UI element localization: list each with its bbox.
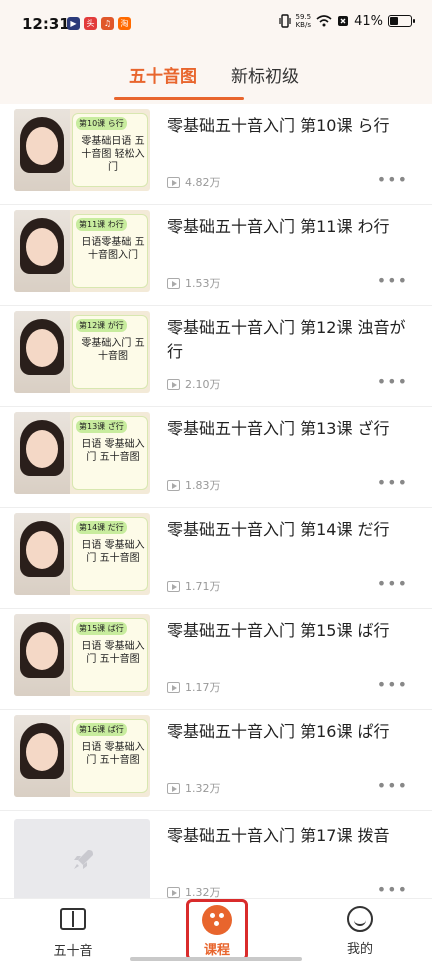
wifi-icon xyxy=(316,15,332,27)
lesson-title[interactable]: 零基础五十音入门 第13课 ざ行 xyxy=(167,417,417,441)
battery-percent: 41% xyxy=(354,13,383,29)
thumbnail-tag: 第12课 が行 xyxy=(76,319,127,332)
lesson-item[interactable]: 第14课 だ行 日语 零基础入门 五十音图 零基础五十音入门 第14课 だ行 1… xyxy=(0,508,432,609)
music-app-icon: ♫ xyxy=(101,17,114,30)
more-options-icon[interactable]: ••• xyxy=(377,675,408,694)
thumbnail-tag: 第13课 ざ行 xyxy=(76,420,127,433)
top-tab-bar: 五十音图 新标初级 xyxy=(0,50,432,104)
smile-face-icon xyxy=(347,906,373,932)
vibrate-icon xyxy=(278,14,291,28)
more-options-icon[interactable]: ••• xyxy=(377,170,408,189)
tab-gojuon-chart[interactable]: 五十音图 xyxy=(129,62,197,87)
lesson-item[interactable]: 第13课 ざ行 日语 零基础入门 五十音图 零基础五十音入门 第13课 ざ行 1… xyxy=(0,407,432,508)
lesson-thumbnail[interactable]: 第15课 ば行 日语 零基础入门 五十音图 xyxy=(14,614,150,696)
lesson-thumbnail[interactable]: 第16课 ぱ行 日语 零基础入门 五十音图 xyxy=(14,715,150,797)
bottom-navigation: 五十音 课程 我的 xyxy=(0,898,432,964)
thumbnail-text: 日语 零基础入门 五十音图 xyxy=(81,742,145,766)
net-speed: 59.5 KB/s xyxy=(295,13,312,29)
shop-app-icon: 淘 xyxy=(118,17,131,30)
more-options-icon[interactable]: ••• xyxy=(377,776,408,795)
lesson-title[interactable]: 零基础五十音入门 第15课 ば行 xyxy=(167,619,417,643)
view-count: 1.32万 xyxy=(167,884,221,898)
view-count: 1.83万 xyxy=(167,477,221,493)
thumbnail-text: 日语零基础 五十音图入门 xyxy=(81,237,145,261)
status-time: 12:31 xyxy=(22,15,70,33)
lesson-title[interactable]: 零基础五十音入门 第16课 ぱ行 xyxy=(167,720,417,744)
lesson-thumbnail[interactable]: 第10课 ら行 零基础日语 五十音图 轻松入门 xyxy=(14,109,150,191)
more-options-icon[interactable]: ••• xyxy=(377,271,408,290)
nav-me[interactable]: 我的 xyxy=(320,905,400,957)
lesson-item[interactable]: 第16课 ぱ行 日语 零基础入门 五十音图 零基础五十音入门 第16课 ぱ行 1… xyxy=(0,710,432,811)
view-count: 1.17万 xyxy=(167,679,221,695)
view-count: 2.10万 xyxy=(167,376,221,392)
lesson-thumbnail[interactable]: 第13课 ざ行 日语 零基础入门 五十音图 xyxy=(14,412,150,494)
view-count: 4.82万 xyxy=(167,174,221,190)
thumbnail-tag: 第15课 ば行 xyxy=(76,622,127,635)
lesson-thumbnail[interactable]: 第14课 だ行 日语 零基础入门 五十音图 xyxy=(14,513,150,595)
lesson-item[interactable]: 第12课 が行 零基础入门 五十音图 零基础五十音入门 第12课 浊音が行 2.… xyxy=(0,306,432,407)
lesson-item[interactable]: 零基础五十音入门 第17课 拨音 1.32万 ••• xyxy=(0,811,432,898)
play-count-icon xyxy=(167,580,180,592)
video-app-icon: ▶ xyxy=(67,17,80,30)
lesson-title[interactable]: 零基础五十音入门 第10课 ら行 xyxy=(167,114,417,138)
status-indicators: 59.5 KB/s 41% xyxy=(278,13,415,29)
lesson-item[interactable]: 第15课 ば行 日语 零基础入门 五十音图 零基础五十音入门 第15课 ば行 1… xyxy=(0,609,432,710)
play-count-icon xyxy=(167,782,180,794)
status-app-icons: ▶ 头 ♫ 淘 xyxy=(67,17,131,30)
thumbnail-text: 日语 零基础入门 五十音图 xyxy=(81,439,145,463)
play-count-icon xyxy=(167,277,180,289)
lesson-title[interactable]: 零基础五十音入门 第12课 浊音が行 xyxy=(167,316,417,364)
thumbnail-tag: 第16课 ぱ行 xyxy=(76,723,127,736)
view-count: 1.53万 xyxy=(167,275,221,291)
lesson-item[interactable]: 第11课 わ行 日语零基础 五十音图入门 零基础五十音入门 第11课 わ行 1.… xyxy=(0,205,432,306)
more-options-icon[interactable]: ••• xyxy=(377,372,408,391)
lesson-list[interactable]: 第10课 ら行 零基础日语 五十音图 轻松入门 零基础五十音入门 第10课 ら行… xyxy=(0,104,432,898)
view-count: 1.71万 xyxy=(167,578,221,594)
lesson-title[interactable]: 零基础五十音入门 第14课 だ行 xyxy=(167,518,417,542)
play-count-icon xyxy=(167,176,180,188)
more-options-icon[interactable]: ••• xyxy=(377,473,408,492)
rocket-placeholder-icon xyxy=(74,850,93,869)
nav-gojuon[interactable]: 五十音 xyxy=(33,905,113,959)
home-indicator[interactable] xyxy=(130,957,302,961)
battery-icon xyxy=(388,15,415,27)
lesson-title[interactable]: 零基础五十音入门 第11课 わ行 xyxy=(167,215,417,239)
lesson-item[interactable]: 第10课 ら行 零基础日语 五十音图 轻松入门 零基础五十音入门 第10课 ら行… xyxy=(0,104,432,205)
book-icon xyxy=(60,908,86,930)
thumbnail-text: 日语 零基础入门 五十音图 xyxy=(81,641,145,665)
thumbnail-tag: 第14课 だ行 xyxy=(76,521,127,534)
highlight-box xyxy=(186,899,248,961)
view-count: 1.32万 xyxy=(167,780,221,796)
play-count-icon xyxy=(167,378,180,390)
tab-new-standard-beginner[interactable]: 新标初级 xyxy=(231,62,299,87)
thumbnail-tag: 第10课 ら行 xyxy=(76,117,127,130)
more-options-icon[interactable]: ••• xyxy=(377,574,408,593)
thumbnail-tag: 第11课 わ行 xyxy=(76,218,127,231)
status-bar: 12:31 ▶ 头 ♫ 淘 59.5 KB/s 41% xyxy=(0,0,432,50)
lesson-thumbnail[interactable]: 第11课 わ行 日语零基础 五十音图入门 xyxy=(14,210,150,292)
thumbnail-text: 零基础日语 五十音图 轻松入门 xyxy=(81,136,145,173)
play-count-icon xyxy=(167,886,180,898)
lesson-thumbnail-placeholder[interactable] xyxy=(14,819,150,898)
thumbnail-text: 日语 零基础入门 五十音图 xyxy=(81,540,145,564)
lesson-title[interactable]: 零基础五十音入门 第17课 拨音 xyxy=(167,824,417,848)
thumbnail-text: 零基础入门 五十音图 xyxy=(81,338,145,362)
lesson-thumbnail[interactable]: 第12课 が行 零基础入门 五十音图 xyxy=(14,311,150,393)
more-options-icon[interactable]: ••• xyxy=(377,880,408,898)
active-tab-indicator xyxy=(114,97,244,100)
play-count-icon xyxy=(167,479,180,491)
nav-gojuon-label: 五十音 xyxy=(53,944,93,959)
news-app-icon: 头 xyxy=(84,17,97,30)
sim-off-icon xyxy=(338,16,349,26)
nav-me-label: 我的 xyxy=(346,942,373,957)
play-count-icon xyxy=(167,681,180,693)
